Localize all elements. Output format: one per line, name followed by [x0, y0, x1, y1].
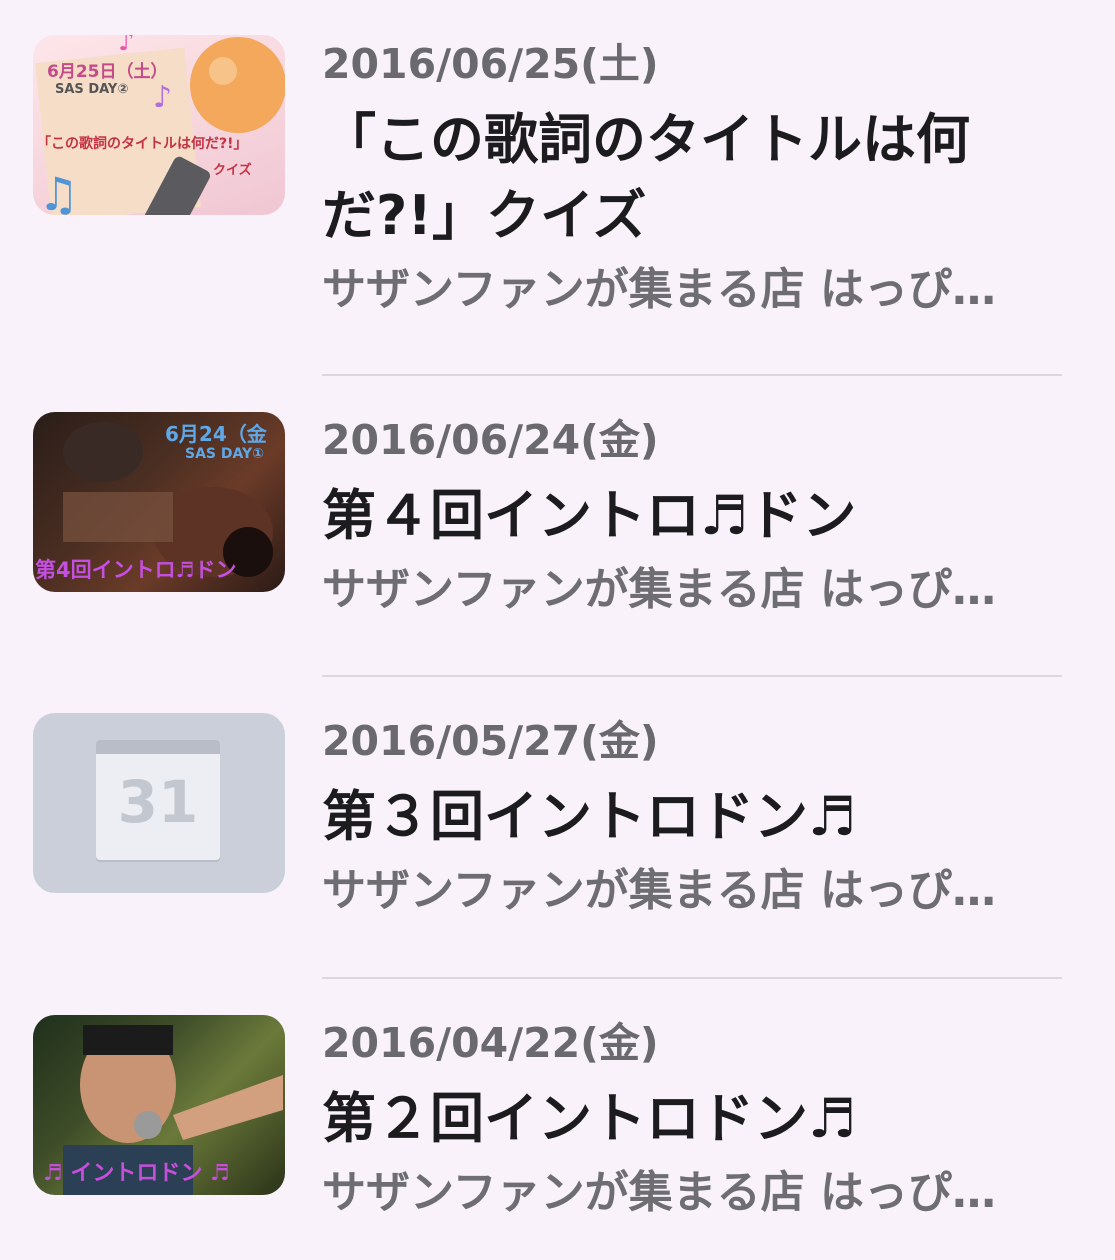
event-date: 2016/06/25(土): [322, 40, 659, 88]
list-item[interactable]: 31 2016/05/27(金) 第３回イントロドン♬ サザンファンが集まる店 …: [0, 677, 1115, 979]
event-venue: サザンファンが集まる店 はっぴ…: [322, 865, 996, 916]
calendar-day: 31: [117, 768, 199, 836]
calendar-icon: 31: [96, 740, 220, 860]
event-text: 2016/06/25(土) 「この歌詞のタイトルは何だ?!」クイズ サザンファン…: [322, 38, 1087, 318]
svg-text:♪: ♪: [118, 35, 135, 57]
event-thumbnail: ♬ イントロドン ♬: [33, 1015, 285, 1195]
event-text: 2016/04/22(金) 第２回イントロドン♬ サザンファンが集まる店 はっぴ…: [322, 1017, 1087, 1221]
list-item[interactable]: ♪ ♪ ♫ 6月25日（土） SAS DAY② 「この歌詞のタイトルは何だ?!」…: [0, 0, 1115, 376]
event-text: 2016/06/24(金) 第４回イントロ♬ドン サザンファンが集まる店 はっぴ…: [322, 414, 1087, 618]
event-date: 2016/06/24(金): [322, 416, 659, 464]
thumbnail-heading: 第4回イントロ♬ドン: [35, 558, 237, 582]
thumbnail-caption: クイズ: [213, 163, 252, 178]
event-venue: サザンファンが集まる店 はっぴ…: [322, 264, 996, 315]
event-venue: サザンファンが集まる店 はっぴ…: [322, 564, 996, 615]
event-thumbnail: 6月24（金 SAS DAY① 第4回イントロ♬ドン: [33, 412, 285, 592]
event-list: ♪ ♪ ♫ 6月25日（土） SAS DAY② 「この歌詞のタイトルは何だ?!」…: [0, 0, 1115, 1260]
svg-text:♫: ♫: [38, 167, 79, 215]
thumbnail-subtitle: SAS DAY②: [55, 82, 129, 97]
thumbnail-heading: 「この歌詞のタイトルは何だ?!」: [37, 136, 248, 152]
event-venue: サザンファンが集まる店 はっぴ…: [322, 1167, 996, 1218]
event-title: 第４回イントロ♬ドン: [322, 484, 857, 547]
svg-text:♪: ♪: [153, 80, 172, 115]
thumbnail-subtitle: SAS DAY①: [185, 446, 264, 462]
list-item[interactable]: ♬ イントロドン ♬ 2016/04/22(金) 第２回イントロドン♬ サザンフ…: [0, 979, 1115, 1260]
thumbnail-date: 6月25日（土）: [47, 62, 168, 82]
event-title: 第３回イントロドン♬: [322, 785, 857, 848]
event-title: 第２回イントロドン♬: [322, 1087, 857, 1150]
list-item[interactable]: 6月24（金 SAS DAY① 第4回イントロ♬ドン 2016/06/24(金)…: [0, 376, 1115, 677]
event-thumbnail: ♪ ♪ ♫ 6月25日（土） SAS DAY② 「この歌詞のタイトルは何だ?!」…: [33, 35, 285, 215]
event-title: 「この歌詞のタイトルは何だ?!」クイズ: [322, 108, 970, 247]
thumbnail-caption: ♬ イントロドン ♬: [43, 1161, 230, 1186]
thumbnail-date: 6月24（金: [165, 422, 267, 446]
event-date: 2016/05/27(金): [322, 717, 659, 765]
event-text: 2016/05/27(金) 第３回イントロドン♬ サザンファンが集まる店 はっぴ…: [322, 715, 1087, 919]
event-thumbnail: 31: [33, 713, 285, 893]
event-date: 2016/04/22(金): [322, 1019, 659, 1067]
